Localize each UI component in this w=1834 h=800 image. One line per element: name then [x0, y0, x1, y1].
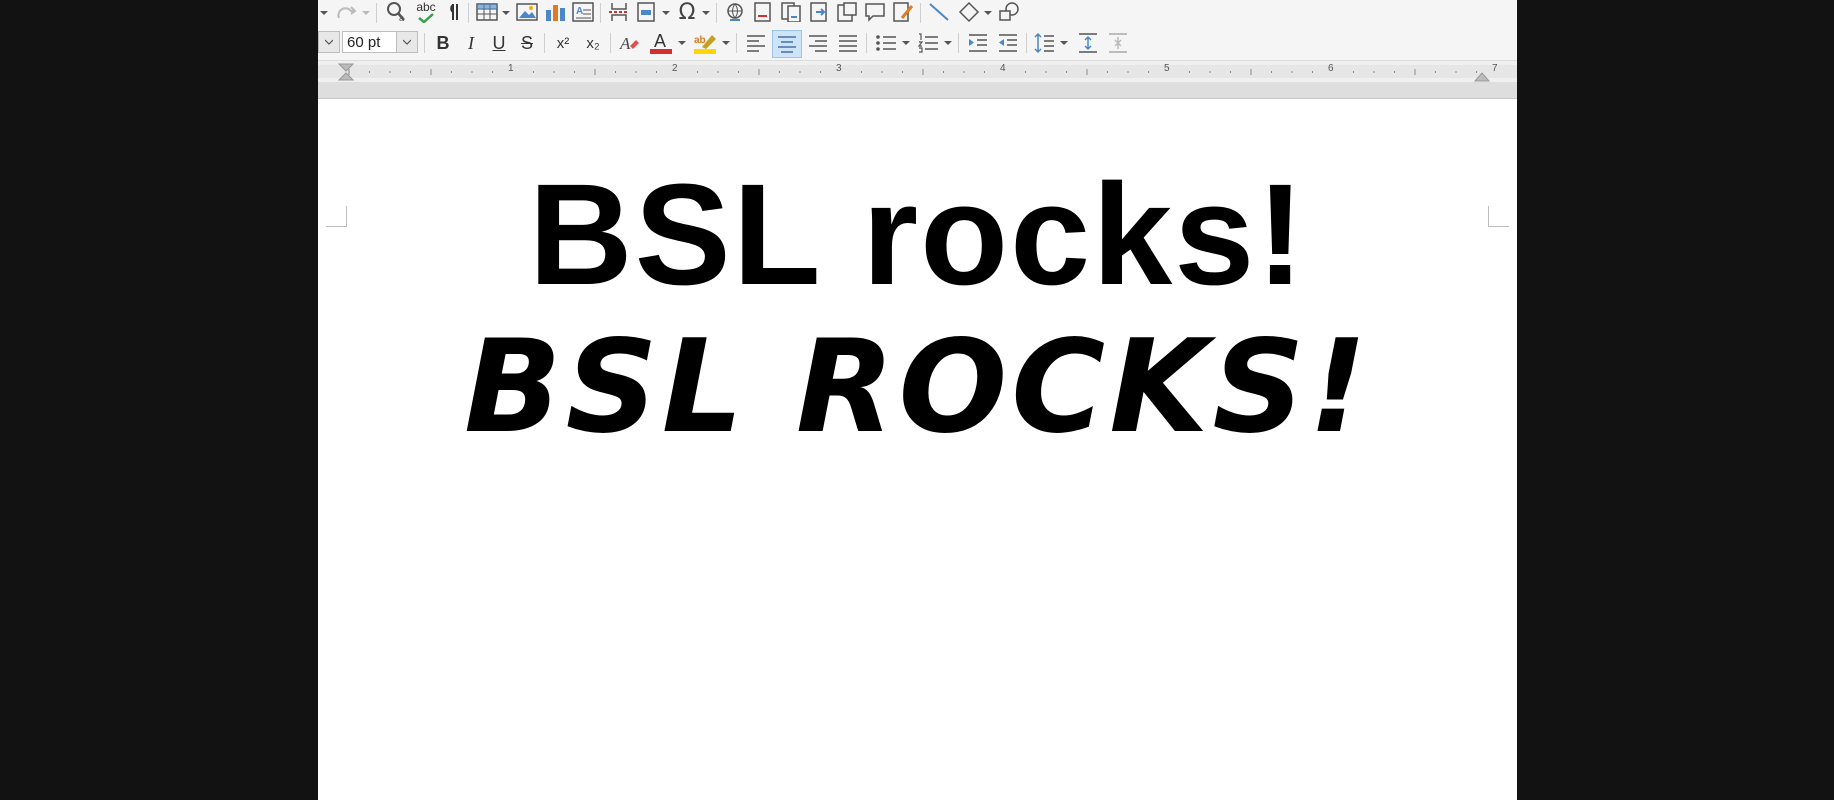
ordered-list-dropdown-icon[interactable]	[942, 34, 954, 52]
basic-shapes-icon[interactable]	[956, 0, 982, 24]
increase-indent-icon[interactable]	[964, 30, 992, 56]
font-size-combo[interactable]: 60 pt	[342, 31, 418, 53]
separator	[376, 3, 377, 23]
separator	[544, 33, 545, 53]
find-replace-icon[interactable]: a	[384, 1, 410, 23]
footnote-icon[interactable]	[750, 1, 776, 23]
highlight-dropdown-icon[interactable]	[720, 34, 732, 52]
insert-line-icon[interactable]	[926, 1, 952, 23]
table-dropdown-icon[interactable]	[500, 4, 512, 22]
field-dropdown-icon[interactable]	[660, 4, 672, 22]
ordered-list-icon[interactable]	[914, 30, 942, 56]
chevron-down-icon[interactable]	[318, 32, 339, 52]
insert-field-icon[interactable]	[634, 1, 660, 23]
shapes-dropdown-icon[interactable]	[982, 4, 994, 22]
writer-window: a abc A Ω 60 pt B I U S x² x₂ A A ab 1 2…	[318, 0, 1517, 800]
align-center-icon[interactable]	[772, 30, 802, 58]
superscript-button[interactable]: x²	[550, 30, 576, 56]
special-character-dropdown-icon[interactable]	[700, 4, 712, 22]
comment-icon[interactable]	[862, 1, 888, 23]
separator	[866, 33, 867, 53]
ruler-ticks	[348, 69, 1477, 75]
separator	[610, 33, 611, 53]
subscript-button[interactable]: x₂	[580, 30, 606, 56]
bold-button[interactable]: B	[430, 30, 456, 56]
hyperlink-icon[interactable]	[722, 1, 748, 23]
chevron-down-icon[interactable]	[396, 32, 417, 52]
ruler-number: 7	[1492, 63, 1498, 74]
align-right-icon[interactable]	[804, 30, 832, 56]
clear-formatting-icon[interactable]: A	[616, 30, 642, 56]
separator	[468, 3, 469, 23]
ruler-number: 1	[508, 63, 514, 74]
decrease-paragraph-spacing-icon[interactable]	[1104, 30, 1132, 56]
redo-dropdown-icon[interactable]	[360, 4, 372, 22]
line-spacing-icon[interactable]	[1030, 30, 1058, 56]
separator	[716, 3, 717, 23]
sign-language-font-line[interactable]: BSL ROCKS!	[318, 318, 1517, 458]
highlight-color-icon[interactable]: ab	[690, 30, 720, 56]
svg-text:A: A	[576, 6, 583, 17]
document-heading[interactable]: BSL rocks!	[318, 155, 1517, 315]
increase-paragraph-spacing-icon[interactable]	[1074, 30, 1102, 56]
svg-text:A: A	[619, 34, 631, 53]
ruler-number: 6	[1328, 63, 1334, 74]
undo-dropdown-icon[interactable]	[318, 4, 330, 22]
italic-button[interactable]: I	[458, 30, 484, 56]
font-size-value: 60 pt	[347, 33, 381, 51]
track-changes-icon[interactable]	[890, 1, 916, 23]
ruler-number: 4	[1000, 63, 1006, 74]
formatting-marks-icon[interactable]	[442, 0, 464, 24]
decrease-indent-icon[interactable]	[994, 30, 1022, 56]
draw-functions-icon[interactable]	[996, 1, 1022, 23]
page-break-icon[interactable]	[606, 1, 632, 23]
standard-toolbar: a abc A Ω	[318, 0, 1517, 26]
ruler-number: 2	[672, 63, 678, 74]
font-name-combo[interactable]	[318, 31, 340, 53]
separator	[920, 3, 921, 23]
separator	[1026, 33, 1027, 53]
line-spacing-dropdown-icon[interactable]	[1058, 34, 1070, 52]
endnote-icon[interactable]	[778, 1, 804, 23]
align-left-icon[interactable]	[742, 30, 770, 56]
insert-textbox-icon[interactable]: A	[570, 1, 596, 23]
cross-reference-icon[interactable]	[806, 1, 832, 23]
svg-text:a: a	[399, 13, 404, 23]
underline-button[interactable]: U	[486, 30, 512, 56]
font-color-dropdown-icon[interactable]	[676, 34, 688, 52]
separator	[424, 33, 425, 53]
ruler-number: 3	[836, 63, 842, 74]
spelling-label: abc	[416, 0, 436, 14]
unordered-list-icon[interactable]	[872, 30, 900, 56]
horizontal-ruler[interactable]: 1 2 3 4 5 6 7	[318, 61, 1517, 82]
svg-text:ab: ab	[694, 35, 706, 46]
insert-chart-icon[interactable]	[542, 1, 568, 23]
spelling-icon[interactable]: abc	[412, 0, 440, 24]
separator	[736, 33, 737, 53]
insert-image-icon[interactable]	[514, 1, 540, 23]
ruler-number: 5	[1164, 63, 1170, 74]
special-character-icon[interactable]: Ω	[674, 0, 700, 25]
unordered-list-dropdown-icon[interactable]	[900, 34, 912, 52]
formatting-toolbar: 60 pt B I U S x² x₂ A A ab	[318, 26, 1517, 61]
justify-icon[interactable]	[834, 30, 862, 56]
font-color-icon[interactable]: A	[646, 30, 676, 56]
separator	[600, 3, 601, 23]
redo-icon[interactable]	[334, 2, 358, 24]
svg-text:A: A	[654, 31, 666, 51]
insert-table-icon[interactable]	[474, 1, 500, 23]
strikethrough-button[interactable]: S	[514, 30, 540, 56]
separator	[958, 33, 959, 53]
bookmark-icon[interactable]	[834, 1, 860, 23]
page-gutter	[318, 82, 1517, 99]
